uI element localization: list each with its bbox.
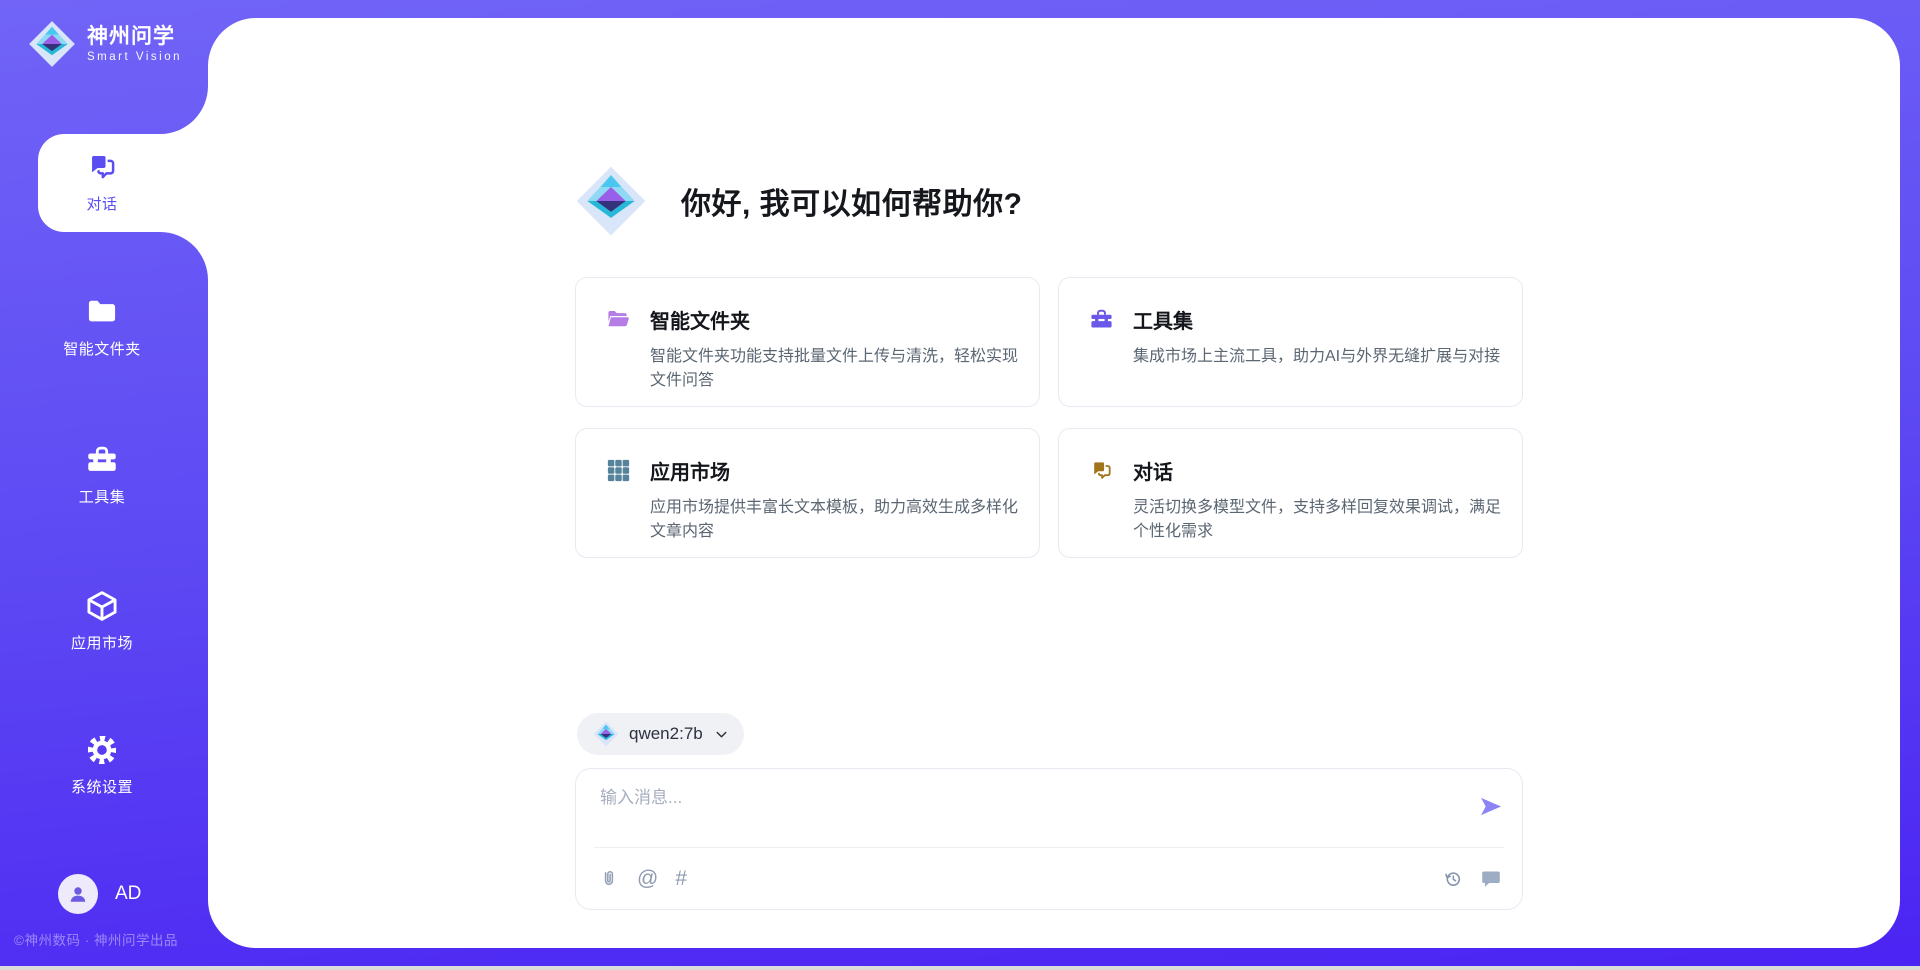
user-account[interactable]: AD	[58, 874, 141, 914]
model-selector[interactable]: qwen2:7b	[577, 713, 744, 755]
card-description: 灵活切换多模型文件，支持多样回复效果调试，满足个性化需求	[1133, 496, 1505, 545]
card-title: 对话	[1133, 456, 1505, 485]
brand-gem-icon	[575, 165, 647, 237]
sidebar-item-label: 应用市场	[71, 632, 133, 653]
toolbox-icon	[1089, 307, 1114, 332]
sidebar-item-label: 工具集	[79, 486, 126, 507]
greeting-title: 你好, 我可以如何帮助你?	[681, 179, 1023, 223]
sidebar: 神州问学 Smart Vision 对话 智能文件夹 工具集 应用市场 系统设置…	[0, 0, 208, 970]
comment-icon	[1480, 868, 1502, 890]
copyright-footer: ©神州数码 · 神州问学出品	[14, 929, 204, 949]
composer-input-row	[576, 769, 1522, 847]
send-icon	[1477, 793, 1504, 820]
brand-name: 神州问学	[87, 25, 182, 49]
at-icon: @	[637, 868, 658, 889]
card-title: 工具集	[1133, 305, 1505, 334]
attach-file-button[interactable]	[598, 868, 620, 890]
sidebar-item-smart-folder[interactable]: 智能文件夹	[0, 295, 204, 359]
toolbox-icon	[85, 443, 119, 477]
mention-button[interactable]: @	[637, 868, 658, 889]
sidebar-item-label: 智能文件夹	[63, 338, 141, 359]
cube-icon	[85, 589, 119, 623]
model-name: qwen2:7b	[629, 724, 703, 744]
feature-cards: 智能文件夹 智能文件夹功能支持批量文件上传与清洗，轻松实现文件问答 工具集 集成…	[575, 277, 1523, 558]
card-chat[interactable]: 对话 灵活切换多模型文件，支持多样回复效果调试，满足个性化需求	[1058, 428, 1523, 558]
chat-bubbles-icon	[85, 150, 119, 184]
window-bottom-edge	[0, 966, 1920, 970]
avatar	[58, 874, 98, 914]
active-tab-notch-bottom	[160, 232, 208, 280]
chat-bubbles-icon	[1089, 458, 1114, 483]
chevron-down-icon	[713, 726, 730, 743]
card-title: 智能文件夹	[650, 305, 1022, 334]
sidebar-item-label: 系统设置	[71, 776, 133, 797]
folder-icon	[85, 295, 119, 329]
user-initials: AD	[115, 883, 141, 905]
message-input[interactable]	[600, 783, 1477, 835]
hashtag-button[interactable]: #	[675, 868, 687, 889]
paperclip-icon	[598, 868, 620, 890]
chat-welcome-content: 你好, 我可以如何帮助你? 智能文件夹 智能文件夹功能支持批量文件上传与清洗，轻…	[575, 18, 1523, 948]
sidebar-item-settings[interactable]: 系统设置	[0, 733, 204, 797]
greeting-row: 你好, 我可以如何帮助你?	[575, 165, 1023, 237]
card-app-market[interactable]: 应用市场 应用市场提供丰富长文本模板，助力高效生成多样化文章内容	[575, 428, 1040, 558]
card-smart-folder[interactable]: 智能文件夹 智能文件夹功能支持批量文件上传与清洗，轻松实现文件问答	[575, 277, 1040, 407]
card-description: 应用市场提供丰富长文本模板，助力高效生成多样化文章内容	[650, 496, 1022, 545]
hash-icon: #	[675, 868, 687, 889]
composer-toolbar: @ #	[576, 848, 1522, 909]
brand-logo: 神州问学 Smart Vision	[28, 20, 182, 68]
grid-icon	[606, 458, 631, 483]
new-conversation-button[interactable]	[1480, 868, 1502, 890]
send-button[interactable]	[1477, 793, 1504, 820]
card-title: 应用市场	[650, 456, 1022, 485]
message-composer: @ #	[575, 768, 1523, 910]
sidebar-item-label: 对话	[86, 193, 117, 214]
card-description: 智能文件夹功能支持批量文件上传与清洗，轻松实现文件问答	[650, 345, 1022, 394]
composer-toolbar-right	[1442, 868, 1502, 890]
history-icon	[1442, 868, 1464, 890]
card-toolset[interactable]: 工具集 集成市场上主流工具，助力AI与外界无缝扩展与对接	[1058, 277, 1523, 407]
gem-icon	[593, 721, 619, 747]
folder-open-icon	[606, 307, 631, 332]
person-icon	[66, 882, 90, 906]
sidebar-item-toolset[interactable]: 工具集	[0, 443, 204, 507]
history-button[interactable]	[1442, 868, 1464, 890]
sidebar-item-app-market[interactable]: 应用市场	[0, 589, 204, 653]
sidebar-item-chat[interactable]: 对话	[0, 150, 204, 214]
active-tab-notch-top	[160, 86, 208, 134]
card-description: 集成市场上主流工具，助力AI与外界无缝扩展与对接	[1133, 345, 1505, 369]
gear-icon	[85, 733, 119, 767]
brand-subtitle: Smart Vision	[87, 51, 182, 63]
gem-icon	[28, 20, 76, 68]
main-panel: 你好, 我可以如何帮助你? 智能文件夹 智能文件夹功能支持批量文件上传与清洗，轻…	[208, 18, 1900, 948]
